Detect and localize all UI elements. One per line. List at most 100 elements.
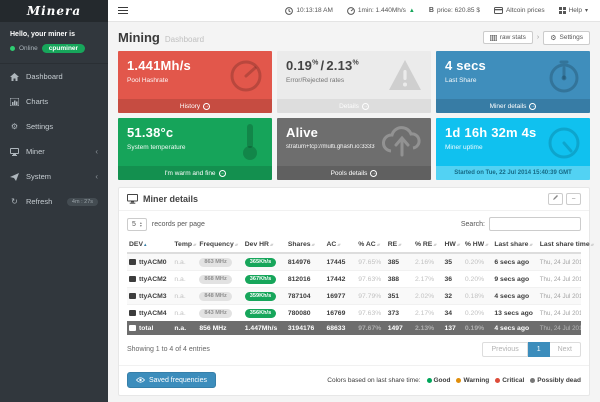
search-input[interactable] [489, 217, 581, 231]
history-link[interactable]: History → [118, 99, 272, 113]
sidebar-item-miner[interactable]: Miner ‹ [0, 139, 108, 164]
infobox-pool-hashrate: 1.441Mh/s Pool Hashrate History → [118, 51, 272, 113]
column-header-last-share-time[interactable]: Last share time▴▾ [538, 237, 581, 253]
sort-icon: ▴▾ [398, 242, 401, 247]
device-cell: ttyACM3 [127, 288, 172, 305]
minus-icon: − [571, 196, 575, 203]
refresh-icon: ↻ [10, 197, 19, 206]
topbar-btc-price: B price: 620.85 $ [429, 7, 480, 14]
hashrate-badge: 359Kh/s [245, 292, 276, 301]
page-subtitle: Dashboard [165, 35, 204, 44]
arrow-circle-icon: → [370, 170, 377, 177]
warning-icon [387, 58, 423, 92]
online-status-label: Online [19, 45, 38, 52]
monitor-icon [127, 194, 138, 204]
column-header-ac[interactable]: AC▴▾ [324, 237, 356, 253]
previous-page-button[interactable]: Previous [482, 342, 527, 357]
app-logo[interactable]: Minera [0, 0, 108, 22]
minera-app: Minera Hello, your miner is Online cpumi… [0, 0, 600, 402]
stepper-icons: ▴▾ [140, 221, 142, 228]
arrow-circle-icon: → [362, 103, 369, 110]
details-link[interactable]: Details → [277, 99, 431, 113]
hashrate-badge: 356Kh/s [245, 309, 276, 318]
trend-up-icon: ▲ [409, 8, 415, 14]
edit-panel-button[interactable] [548, 193, 563, 205]
chevron-left-icon: ‹ [95, 147, 98, 156]
column-header--hw[interactable]: % HW▴▾ [463, 237, 493, 253]
table-row: ttyACM0n.a.863 MHz365Kh/s8149761744597.6… [127, 253, 581, 271]
hashrate-badge: 365Kh/s [245, 258, 276, 267]
hdd-icon [129, 310, 136, 316]
miner-details-link[interactable]: Miner details → [436, 99, 590, 113]
menu-toggle-icon[interactable] [118, 5, 128, 16]
monitor-icon [10, 148, 19, 156]
chevron-down-icon: ▾ [585, 7, 588, 14]
column-header-re[interactable]: RE▴▾ [386, 237, 413, 253]
records-per-page-label: records per page [152, 221, 205, 228]
column-header-dev[interactable]: DEV▴ [127, 237, 172, 253]
topbar-help-menu[interactable]: Help ▾ [559, 7, 588, 14]
sort-icon: ▴▾ [270, 242, 273, 247]
sidebar-item-label: Dashboard [26, 72, 63, 81]
frequency-badge: 848 MHz [199, 292, 231, 301]
frequency-badge: 863 MHz [199, 258, 231, 267]
topbar: 10:13:18 AM 1min: 1.440Mh/s ▲ B price: 6… [108, 0, 600, 22]
column-header--re[interactable]: % RE▴▾ [413, 237, 443, 253]
miner-type-badge[interactable]: cpuminer [42, 44, 85, 53]
raw-stats-button[interactable]: raw stats [483, 31, 533, 44]
gear-icon: ⚙ [10, 122, 19, 131]
sort-icon: ▴▾ [193, 242, 196, 247]
thermometer-icon [242, 123, 258, 161]
sidebar-item-settings[interactable]: ⚙ Settings [0, 114, 108, 139]
next-page-button[interactable]: Next [550, 342, 581, 357]
pools-details-link[interactable]: Pools details → [277, 166, 431, 180]
sort-icon: ▴▾ [337, 242, 340, 247]
column-header-temp[interactable]: Temp▴▾ [172, 237, 197, 253]
miner-table-body: ttyACM0n.a.863 MHz365Kh/s8149761744597.6… [127, 253, 581, 335]
column-header-frequency[interactable]: Frequency▴▾ [197, 237, 242, 253]
gauge-icon [228, 58, 264, 94]
frequency-badge: 843 MHz [199, 309, 231, 318]
column-header-last-share[interactable]: Last share▴▾ [492, 237, 537, 253]
column-header-dev-hr[interactable]: Dev HR▴▾ [243, 237, 286, 253]
column-header-hw[interactable]: HW▴▾ [442, 237, 462, 253]
topbar-altcoin-prices[interactable]: Altcoin prices [494, 7, 545, 14]
miner-table: DEV▴Temp▴▾Frequency▴▾Dev HR▴▾Shares▴▾AC▴… [127, 237, 581, 335]
hdd-icon [129, 259, 136, 265]
sort-icon: ▴▾ [457, 242, 460, 247]
page-title: Mining [118, 30, 160, 45]
page-1-button[interactable]: 1 [528, 342, 550, 357]
sort-icon: ▴▾ [312, 242, 315, 247]
possibly-dead-dot-icon [530, 378, 535, 383]
hashrate-badge: 367Kh/s [245, 275, 276, 284]
saved-frequencies-button[interactable]: Saved frequencies [127, 372, 216, 388]
column-header-shares[interactable]: Shares▴▾ [286, 237, 325, 253]
temperature-status-link[interactable]: I'm warm and fine → [118, 166, 272, 180]
infobox-pool-status: Alive stratum+tcp://multi.ghash.io:3333 … [277, 118, 431, 180]
panel-title: Miner details [143, 194, 198, 204]
sort-icon: ▴▾ [591, 242, 594, 247]
sidebar-item-system[interactable]: System ‹ [0, 164, 108, 189]
pencil-icon [552, 194, 559, 201]
collapse-panel-button[interactable]: − [566, 193, 581, 205]
topbar-hashrate: 1min: 1.440Mh/s ▲ [347, 7, 415, 15]
good-dot-icon [427, 378, 432, 383]
sort-icon: ▴▾ [433, 242, 436, 247]
credit-card-icon [494, 7, 503, 14]
page-size-select[interactable]: 5 ▴▾ [127, 218, 147, 231]
settings-button[interactable]: ⚙ Settings [543, 31, 590, 45]
device-cell: ttyACM0 [127, 253, 172, 271]
critical-dot-icon [495, 378, 500, 383]
table-header-row: DEV▴Temp▴▾Frequency▴▾Dev HR▴▾Shares▴▾AC▴… [127, 237, 581, 253]
column-header--ac[interactable]: % AC▴▾ [356, 237, 386, 253]
arrow-circle-icon: → [529, 103, 536, 110]
hdd-icon [129, 325, 136, 331]
sidebar-item-dashboard[interactable]: Dashboard [0, 64, 108, 89]
sidebar-item-refresh[interactable]: ↻ Refresh 4m : 27s [0, 189, 108, 214]
infobox-grid: 1.441Mh/s Pool Hashrate History → 0.19%/… [118, 51, 590, 180]
table-icon [490, 35, 497, 41]
sidebar-item-charts[interactable]: Charts [0, 89, 108, 114]
miner-details-panel: Miner details − 5 ▴▾ records per page [118, 187, 590, 396]
user-panel: Hello, your miner is Online cpuminer [0, 22, 108, 64]
sidebar-item-label: System [26, 172, 51, 181]
